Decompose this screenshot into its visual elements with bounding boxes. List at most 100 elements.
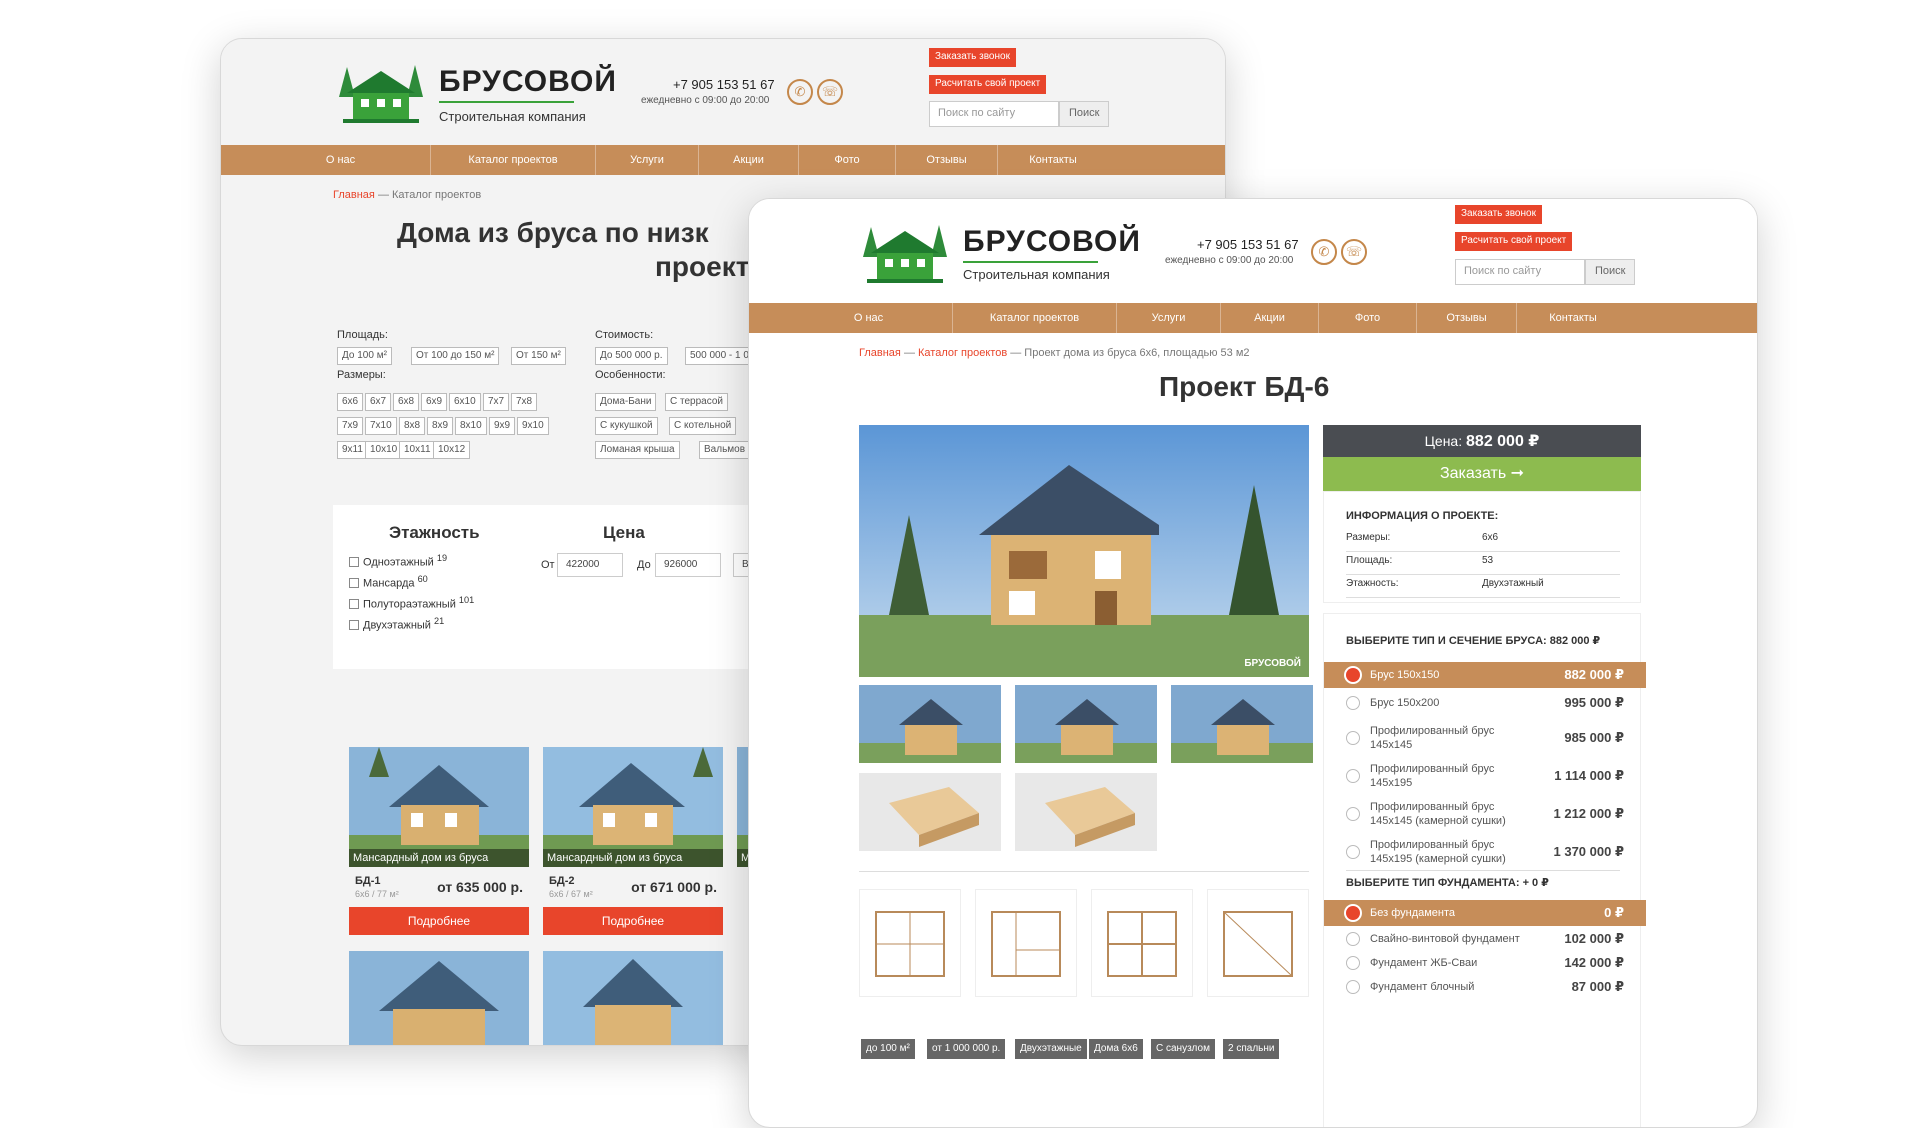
viber-icon[interactable]: ☏	[817, 79, 843, 105]
floors-checkbox[interactable]: Полутораэтажный 101	[349, 595, 474, 611]
nav-item-services[interactable]: Услуги	[596, 145, 699, 175]
nav-item-contacts[interactable]: Контакты	[1517, 303, 1629, 333]
size-chip[interactable]: 10x11	[399, 441, 436, 459]
project-tag[interactable]: С санузлом	[1151, 1039, 1215, 1059]
area-chip[interactable]: До 100 м²	[337, 347, 392, 365]
whatsapp-icon[interactable]: ✆	[1311, 239, 1337, 265]
project-tag[interactable]: до 100 м²	[861, 1039, 915, 1059]
nav-item-photo[interactable]: Фото	[799, 145, 896, 175]
size-chip[interactable]: 10x10	[365, 441, 403, 459]
photo-thumbnail[interactable]	[859, 685, 1001, 763]
feature-chip[interactable]: С кукушкой	[595, 417, 658, 435]
beam-option[interactable]: Профилированный брус 145х145 985 000 ₽	[1324, 720, 1646, 756]
house-logo-icon[interactable]	[857, 217, 953, 289]
feature-chip[interactable]: Ломаная крыша	[595, 441, 680, 459]
size-chip[interactable]: 7x8	[511, 393, 538, 411]
search-input[interactable]: Поиск по сайту	[929, 101, 1059, 127]
calc-project-button[interactable]: Расчитать свой проект	[1455, 232, 1573, 251]
card-image[interactable]	[349, 951, 529, 1045]
floor-plan-thumbnail[interactable]	[1207, 889, 1309, 997]
card-image[interactable]	[543, 951, 723, 1045]
radio-icon[interactable]	[1346, 906, 1360, 920]
nav-item-services[interactable]: Услуги	[1117, 303, 1221, 333]
search-button[interactable]: Поиск	[1059, 101, 1110, 127]
radio-icon[interactable]	[1346, 956, 1360, 970]
search-input[interactable]: Поиск по сайту	[1455, 259, 1585, 285]
area-chip[interactable]: От 150 м²	[511, 347, 566, 365]
beam-option[interactable]: Профилированный брус 145х145 (камерной су…	[1324, 796, 1646, 832]
card-image[interactable]: Мансардный дом из бруса	[543, 747, 723, 867]
nav-item-contacts[interactable]: Контакты	[998, 145, 1108, 175]
price-from-input[interactable]: 422000	[557, 553, 623, 577]
size-chip[interactable]: 6x6	[337, 393, 364, 411]
photo-thumbnail[interactable]	[1015, 685, 1157, 763]
breadcrumb-home[interactable]: Главная	[333, 189, 375, 201]
size-chip[interactable]: 6x10	[449, 393, 481, 411]
radio-icon[interactable]	[1346, 932, 1360, 946]
size-chip[interactable]: 7x7	[483, 393, 510, 411]
breadcrumb-catalog[interactable]: Каталог проектов	[918, 347, 1007, 359]
floors-checkbox[interactable]: Одноэтажный 19	[349, 553, 447, 569]
cost-chip[interactable]: 500 000 - 1 0	[685, 347, 754, 365]
size-chip[interactable]: 10x12	[433, 441, 471, 459]
foundation-option[interactable]: Свайно-винтовой фундамент 102 000 ₽	[1324, 926, 1646, 952]
nav-item-reviews[interactable]: Отзывы	[1417, 303, 1517, 333]
size-chip[interactable]: 9x9	[489, 417, 516, 435]
project-tag[interactable]: Дома 6х6	[1089, 1039, 1143, 1059]
photo-thumbnail[interactable]	[1171, 685, 1313, 763]
nav-item-promo[interactable]: Акции	[699, 145, 799, 175]
beam-option[interactable]: Брус 150х200 995 000 ₽	[1324, 690, 1646, 716]
size-chip[interactable]: 6x7	[365, 393, 392, 411]
project-card[interactable]: Мансардный дом из бруса БД-1 6x6 / 77 м²…	[349, 747, 529, 935]
card-more-button[interactable]: Подробнее	[543, 907, 723, 935]
foundation-option[interactable]: Без фундамента 0 ₽	[1324, 900, 1646, 926]
size-chip[interactable]: 8x9	[427, 417, 454, 435]
nav-item-about[interactable]: О нас	[749, 303, 953, 333]
size-chip[interactable]: 8x10	[455, 417, 487, 435]
phone-number[interactable]: +7 905 153 51 67	[1197, 237, 1299, 252]
size-chip[interactable]: 6x9	[421, 393, 448, 411]
interior-thumbnail[interactable]	[1015, 773, 1157, 851]
size-chip[interactable]: 7x9	[337, 417, 364, 435]
size-chip[interactable]: 6x8	[393, 393, 420, 411]
feature-chip[interactable]: Дома-Бани	[595, 393, 657, 411]
size-chip[interactable]: 9x10	[517, 417, 549, 435]
radio-icon[interactable]	[1346, 668, 1360, 682]
area-chip[interactable]: От 100 до 150 м²	[411, 347, 500, 365]
radio-icon[interactable]	[1346, 845, 1360, 859]
callback-button[interactable]: Заказать звонок	[929, 48, 1016, 67]
floors-checkbox[interactable]: Мансарда 60	[349, 574, 428, 590]
floor-plan-thumbnail[interactable]	[975, 889, 1077, 997]
cost-chip[interactable]: До 500 000 р.	[595, 347, 668, 365]
feature-chip[interactable]: Вальмов	[699, 441, 751, 459]
breadcrumb-home[interactable]: Главная	[859, 347, 901, 359]
whatsapp-icon[interactable]: ✆	[787, 79, 813, 105]
house-logo-icon[interactable]	[333, 57, 429, 129]
floor-plan-thumbnail[interactable]	[859, 889, 961, 997]
interior-thumbnail[interactable]	[859, 773, 1001, 851]
feature-chip[interactable]: С котельной	[669, 417, 737, 435]
size-chip[interactable]: 9x11	[337, 441, 368, 459]
size-chip[interactable]: 7x10	[365, 417, 397, 435]
nav-item-about[interactable]: О нас	[221, 145, 431, 175]
feature-chip[interactable]: С террасой	[665, 393, 728, 411]
foundation-option[interactable]: Фундамент ЖБ-Сваи 142 000 ₽	[1324, 950, 1646, 976]
nav-item-catalog[interactable]: Каталог проектов	[431, 145, 596, 175]
nav-item-photo[interactable]: Фото	[1319, 303, 1417, 333]
beam-option[interactable]: Профилированный брус 145х195 1 114 000 ₽	[1324, 758, 1646, 794]
search-button[interactable]: Поиск	[1585, 259, 1636, 285]
main-project-image[interactable]: БРУСОВОЙ	[859, 425, 1309, 677]
floors-checkbox[interactable]: Двухэтажный 21	[349, 616, 444, 632]
beam-option[interactable]: Профилированный брус 145х195 (камерной су…	[1324, 834, 1646, 870]
project-card[interactable]: Мансардный дом из бруса БД-2 6x6 / 67 м²…	[543, 747, 723, 935]
radio-icon[interactable]	[1346, 769, 1360, 783]
project-tag[interactable]: от 1 000 000 р.	[927, 1039, 1006, 1059]
calc-project-button[interactable]: Расчитать свой проект	[929, 75, 1047, 94]
floor-plan-thumbnail[interactable]	[1091, 889, 1193, 997]
phone-number[interactable]: +7 905 153 51 67	[673, 77, 775, 92]
radio-icon[interactable]	[1346, 696, 1360, 710]
nav-item-catalog[interactable]: Каталог проектов	[953, 303, 1117, 333]
card-image[interactable]: Мансардный дом из бруса	[349, 747, 529, 867]
nav-item-reviews[interactable]: Отзывы	[896, 145, 998, 175]
project-tag[interactable]: 2 спальни	[1223, 1039, 1280, 1059]
